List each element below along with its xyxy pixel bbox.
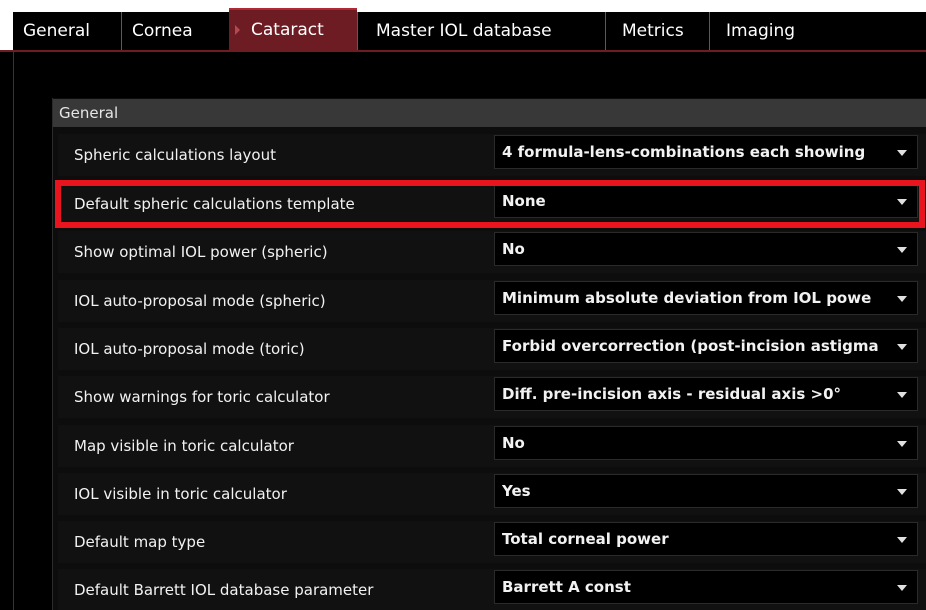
dropdown-value: None (502, 192, 546, 210)
dropdown-value: Barrett A const (502, 578, 631, 596)
dropdown-value: No (502, 240, 525, 258)
content-border-left (13, 52, 14, 610)
tab-cataract[interactable]: Cataract (229, 8, 357, 50)
tab-label: Imaging (726, 21, 796, 41)
section-title: General (59, 104, 119, 122)
setting-row-auto-proposal-toric: IOL auto-proposal mode (toric) Forbid ov… (58, 328, 926, 370)
tab-arrow-icon (235, 25, 240, 35)
chevron-down-icon (897, 344, 907, 350)
tab-underline (0, 50, 926, 52)
setting-label: Default Barrett IOL database parameter (74, 581, 374, 599)
dropdown-value: Total corneal power (502, 530, 669, 548)
chevron-down-icon (897, 199, 907, 205)
tab-label: Master IOL database (376, 21, 552, 41)
setting-row-toric-warnings: Show warnings for toric calculator Diff.… (58, 376, 926, 418)
tab-general[interactable]: General (13, 12, 121, 50)
barrett-parameter-dropdown[interactable]: Barrett A const (494, 570, 918, 604)
chevron-down-icon (897, 150, 907, 156)
dropdown-value: Forbid overcorrection (post-incision ast… (502, 337, 879, 355)
default-spheric-template-dropdown[interactable]: None (494, 184, 918, 218)
chevron-down-icon (897, 585, 907, 591)
chevron-down-icon (897, 296, 907, 302)
setting-row-iol-visible: IOL visible in toric calculator Yes (58, 473, 926, 515)
tab-label: General (23, 21, 90, 41)
toric-warnings-dropdown[interactable]: Diff. pre-incision axis - residual axis … (494, 377, 918, 411)
iol-visible-dropdown[interactable]: Yes (494, 474, 918, 508)
chevron-down-icon (897, 392, 907, 398)
optimal-iol-power-dropdown[interactable]: No (494, 232, 918, 266)
tab-metrics[interactable]: Metrics (605, 12, 709, 50)
dropdown-value: Minimum absolute deviation from IOL powe (502, 289, 872, 307)
setting-label: IOL auto-proposal mode (spheric) (74, 292, 326, 310)
chevron-down-icon (897, 441, 907, 447)
setting-label: Show warnings for toric calculator (74, 388, 330, 406)
chevron-down-icon (897, 247, 907, 253)
auto-proposal-toric-dropdown[interactable]: Forbid overcorrection (post-incision ast… (494, 329, 918, 363)
default-map-type-dropdown[interactable]: Total corneal power (494, 522, 918, 556)
tab-cornea[interactable]: Cornea (121, 12, 229, 50)
setting-label: IOL visible in toric calculator (74, 485, 287, 503)
setting-row-auto-proposal-spheric: IOL auto-proposal mode (spheric) Minimum… (58, 280, 926, 322)
chevron-down-icon (897, 489, 907, 495)
section-header: General (53, 99, 926, 127)
setting-row-default-map-type: Default map type Total corneal power (58, 521, 926, 563)
setting-row-map-visible: Map visible in toric calculator No (58, 425, 926, 467)
setting-label: Default spheric calculations template (74, 195, 355, 213)
tab-label: Cataract (251, 20, 324, 40)
setting-row-optimal-iol-power: Show optimal IOL power (spheric) No (58, 231, 926, 273)
spheric-layout-dropdown[interactable]: 4 formula-lens-combinations each showing (494, 135, 918, 169)
setting-label: Show optimal IOL power (spheric) (74, 243, 328, 261)
tab-imaging[interactable]: Imaging (709, 12, 835, 50)
setting-row-spheric-layout: Spheric calculations layout 4 formula-le… (58, 134, 926, 176)
setting-label: Spheric calculations layout (74, 146, 276, 164)
setting-label: Default map type (74, 533, 206, 551)
tab-bar-filler (835, 12, 926, 50)
auto-proposal-spheric-dropdown[interactable]: Minimum absolute deviation from IOL powe (494, 281, 918, 315)
setting-label: IOL auto-proposal mode (toric) (74, 340, 305, 358)
tab-label: Metrics (622, 21, 684, 41)
dropdown-value: Diff. pre-incision axis - residual axis … (502, 385, 842, 403)
setting-label: Map visible in toric calculator (74, 437, 294, 455)
tab-master-iol-database[interactable]: Master IOL database (357, 12, 605, 50)
setting-row-barrett-parameter: Default Barrett IOL database parameter B… (58, 569, 926, 610)
dropdown-value: 4 formula-lens-combinations each showing (502, 143, 866, 161)
dropdown-value: Yes (502, 482, 531, 500)
map-visible-dropdown[interactable]: No (494, 426, 918, 460)
dropdown-value: No (502, 434, 525, 452)
tab-bar: General Cornea Cataract Master IOL datab… (0, 0, 926, 50)
tab-label: Cornea (132, 21, 193, 41)
chevron-down-icon (897, 537, 907, 543)
setting-row-default-spheric-template: Default spheric calculations template No… (58, 183, 926, 225)
